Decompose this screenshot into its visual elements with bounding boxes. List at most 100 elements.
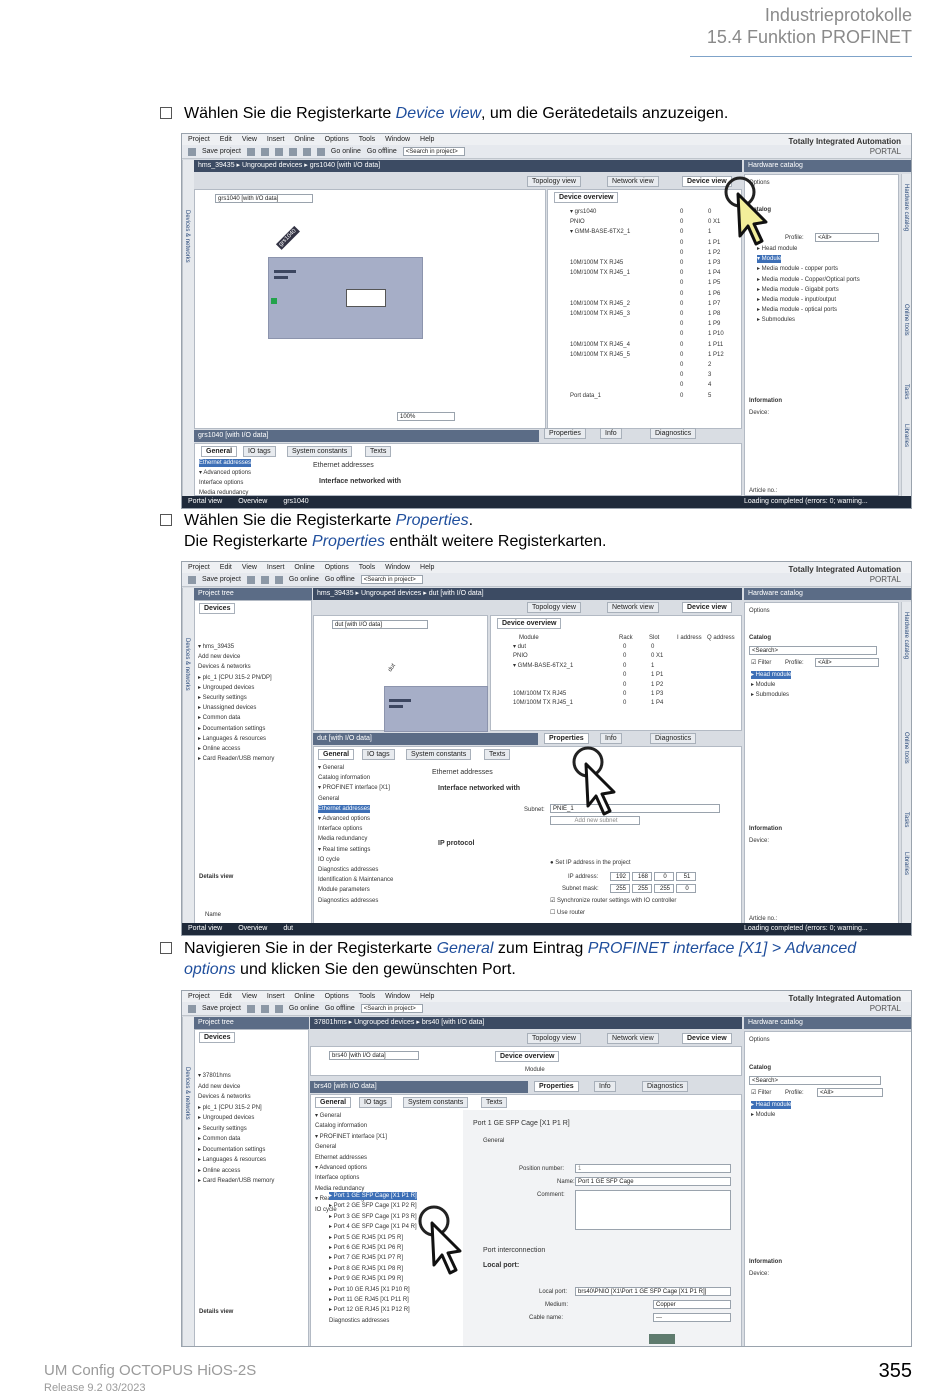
tab-io-tags[interactable]: IO tags — [362, 749, 395, 760]
go-online-button[interactable]: Go online — [331, 148, 361, 155]
module-name[interactable]: 10M/100M TX RJ45_4 — [570, 341, 630, 349]
catalog-item[interactable]: ▸ Head module — [751, 671, 792, 679]
tab-general[interactable]: General — [201, 446, 238, 457]
paste-icon[interactable] — [274, 147, 283, 156]
search-project-input[interactable]: <Search in project> — [360, 1004, 423, 1013]
module-name[interactable]: ▾ dut — [513, 643, 526, 651]
menu-item-window[interactable]: Window — [385, 991, 410, 1002]
nav-item[interactable]: ▾ PROFINET interface [X1] — [315, 1133, 387, 1141]
tree-item[interactable]: ▸ Languages & resources — [198, 1156, 266, 1164]
subnet-mask-input[interactable]: 255 255 255 0 — [610, 884, 696, 893]
tree-item[interactable]: ▸ Card Reader/USB memory — [198, 755, 274, 763]
octet-field[interactable]: 0 — [676, 884, 696, 893]
compile-icon[interactable] — [316, 147, 325, 156]
tab-texts[interactable]: Texts — [481, 1097, 508, 1108]
menu-item-window[interactable]: Window — [385, 562, 410, 573]
module-name[interactable]: 10M/100M TX RJ45 — [513, 690, 566, 698]
devices-networks-sidetab[interactable]: Devices & networks — [182, 588, 194, 924]
tab-network-view[interactable]: Network view — [607, 1033, 659, 1044]
nav-item[interactable]: Identification & Maintenance — [318, 876, 393, 884]
tab-texts[interactable]: Texts — [484, 749, 511, 760]
nav-item[interactable]: Ethernet addresses — [315, 1154, 367, 1162]
menu-item-help[interactable]: Help — [420, 991, 434, 1002]
save-button[interactable]: Save project — [202, 148, 241, 155]
menu-item-view[interactable]: View — [242, 134, 257, 145]
catalog-item[interactable]: ▸ Media module - Gigabit ports — [757, 286, 839, 294]
tab-device-overview[interactable]: Device overview — [495, 1051, 560, 1062]
port-item[interactable]: ▸ Port 9 GE RJ45 [X1 P9 R] — [329, 1275, 403, 1283]
catalog-item[interactable]: ▸ Head module — [751, 1101, 792, 1109]
module-name[interactable]: 10M/100M TX RJ45_2 — [570, 300, 630, 308]
nav-item[interactable]: Catalog information — [315, 1122, 367, 1130]
overview-tab[interactable]: Overview — [238, 923, 267, 935]
menu-item-insert[interactable]: Insert — [267, 562, 285, 573]
module-name[interactable]: ▾ GMM-BASE-6TX2_1 — [570, 228, 630, 236]
tree-item[interactable]: ▸ Unassigned devices — [198, 704, 256, 712]
module-name[interactable]: Port data_1 — [570, 392, 601, 400]
profile-select[interactable]: <All> — [817, 1088, 883, 1097]
menu-item-options[interactable]: Options — [325, 562, 349, 573]
copy-icon[interactable] — [260, 575, 269, 584]
tree-item[interactable]: ▸ Documentation settings — [198, 725, 265, 733]
nav-item[interactable]: ▾ Advanced options — [199, 469, 251, 477]
tab-properties[interactable]: Properties — [544, 428, 586, 439]
tree-item[interactable]: Add new device — [198, 1083, 240, 1091]
tree-item[interactable]: ▸ Common data — [198, 714, 240, 722]
menu-item-view[interactable]: View — [242, 991, 257, 1002]
tab-properties[interactable]: Properties — [544, 733, 589, 744]
profile-select[interactable]: <All> — [815, 233, 879, 242]
catalog-search-input[interactable]: <Search> — [749, 1076, 881, 1085]
port-item[interactable]: ▸ Port 3 GE SFP Cage [X1 P3 R] — [329, 1213, 417, 1221]
tree-item[interactable]: ▸ Common data — [198, 1135, 240, 1143]
module-name[interactable]: PNIO — [570, 218, 585, 226]
nav-item[interactable]: Media redundancy — [318, 835, 367, 843]
undo-icon[interactable] — [274, 1004, 283, 1013]
menu-item-tools[interactable]: Tools — [359, 991, 375, 1002]
tree-item[interactable]: ▸ Ungrouped devices — [198, 1114, 254, 1122]
tree-item[interactable]: ▸ Documentation settings — [198, 1146, 265, 1154]
catalog-item[interactable]: ▸ Module — [751, 681, 775, 689]
nav-item[interactable]: ▾ General — [315, 1112, 341, 1120]
tab-general[interactable]: General — [318, 749, 355, 760]
menu-item-insert[interactable]: Insert — [267, 991, 285, 1002]
device-editor-tab[interactable]: grs1040 — [283, 496, 308, 508]
tree-item[interactable]: Devices & networks — [198, 663, 251, 671]
nav-item[interactable]: Diagnostics addresses — [318, 897, 378, 905]
menu-item-insert[interactable]: Insert — [267, 134, 285, 145]
catalog-item[interactable]: ▸ Submodules — [751, 691, 789, 699]
device-graphic[interactable] — [384, 686, 488, 732]
nav-item[interactable]: General — [318, 795, 339, 803]
tab-topology-view[interactable]: Topology view — [527, 1033, 581, 1044]
device-canvas[interactable]: grs1040 [with I/O data] grs1040 100% — [194, 189, 546, 429]
tab-diagnostics[interactable]: Diagnostics — [650, 428, 697, 439]
overview-tab[interactable]: Overview — [238, 496, 267, 508]
filter-checkbox[interactable]: ☑ Filter — [751, 659, 771, 667]
tab-device-overview[interactable]: Device overview — [497, 618, 562, 629]
nav-item[interactable]: IO cycle — [318, 856, 340, 864]
module-name[interactable]: 10M/100M TX RJ45 — [570, 259, 623, 267]
port-item[interactable]: ▸ Port 6 GE RJ45 [X1 P6 R] — [329, 1244, 403, 1252]
port-item[interactable]: ▸ Port 10 GE RJ45 [X1 P10 R] — [329, 1286, 410, 1294]
save-button[interactable]: Save project — [202, 1005, 241, 1012]
port-item[interactable]: ▸ Port 11 GE RJ45 [X1 P11 R] — [329, 1296, 409, 1304]
octet-field[interactable]: 255 — [610, 884, 630, 893]
go-offline-button[interactable]: Go offline — [325, 1005, 355, 1012]
device-canvas[interactable]: dut [with I/O data] dut — [313, 615, 488, 732]
tree-item[interactable]: Devices & networks — [198, 1093, 251, 1101]
use-router-checkbox[interactable]: ☐ Use router — [550, 909, 585, 917]
nav-item[interactable]: ▾ Advanced options — [315, 1164, 367, 1172]
copy-icon[interactable] — [260, 1004, 269, 1013]
menu-item-help[interactable]: Help — [420, 562, 434, 573]
port-item[interactable]: ▸ Port 1 GE SFP Cage [X1 P1 R] — [329, 1192, 417, 1200]
tab-device-view[interactable]: Device view — [682, 1033, 732, 1044]
nav-item[interactable]: Ethernet addresses — [318, 804, 371, 813]
nav-item[interactable]: General — [315, 1143, 336, 1151]
tree-item[interactable]: ▸ Card Reader/USB memory — [198, 1177, 274, 1185]
nav-item[interactable]: ▾ PROFINET interface [X1] — [318, 784, 390, 792]
right-sidetabs[interactable]: Hardware catalog Online tools Tasks Librari… — [901, 602, 911, 924]
menu-item-options[interactable]: Options — [325, 134, 349, 145]
tab-diagnostics[interactable]: Diagnostics — [642, 1081, 689, 1092]
tab-general[interactable]: General — [315, 1097, 352, 1108]
filter-checkbox[interactable]: ☑ Filter — [751, 1089, 771, 1097]
nav-item[interactable]: ▾ Real time settings — [318, 846, 370, 854]
